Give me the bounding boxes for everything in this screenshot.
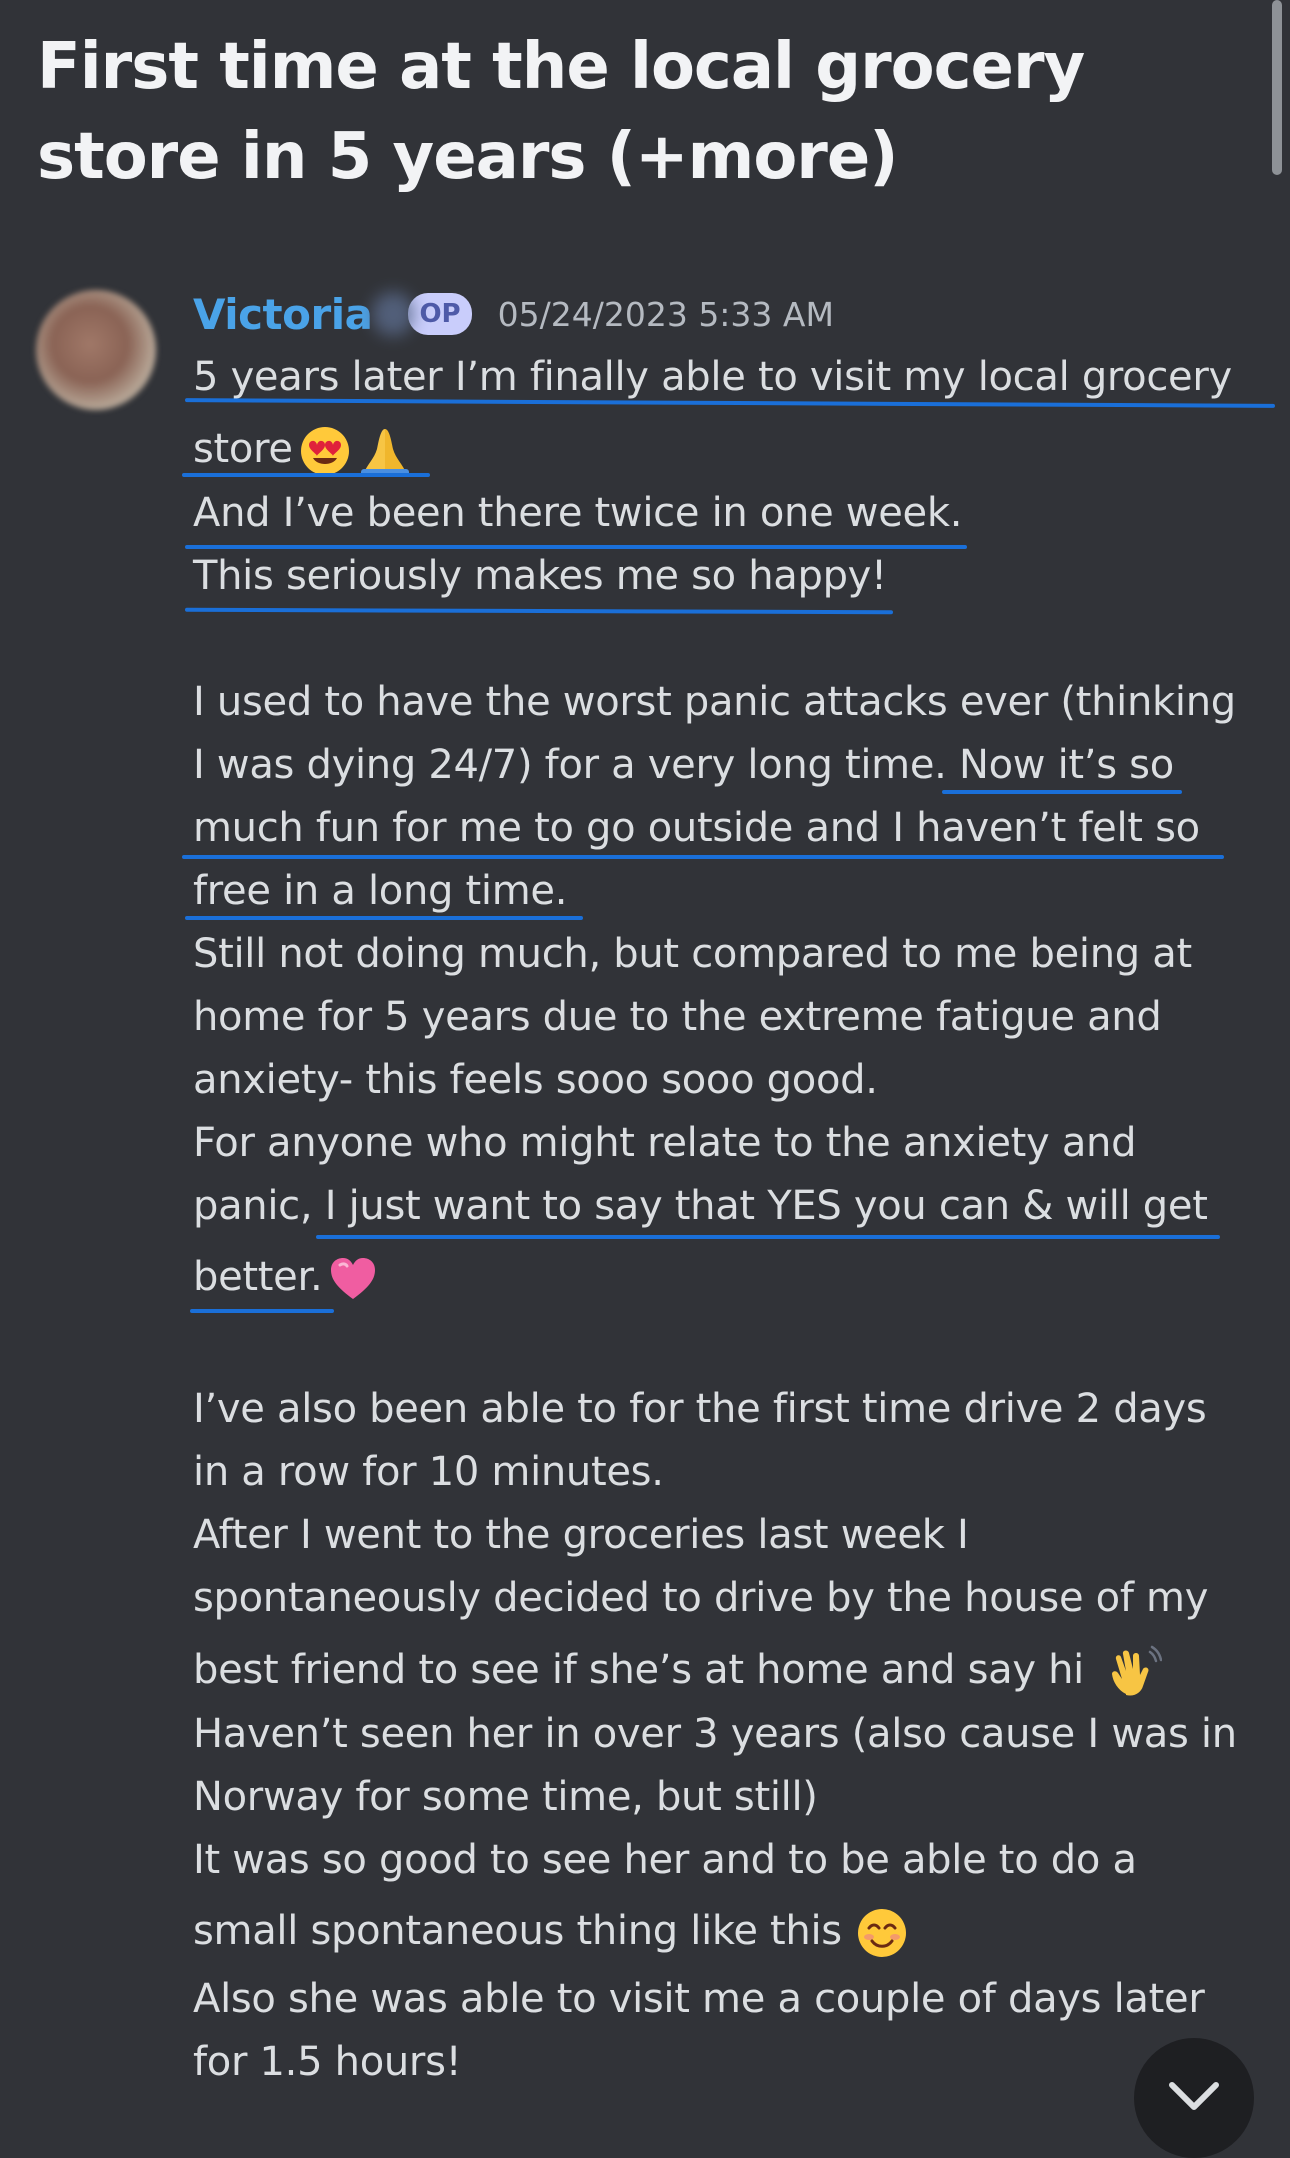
message-line: 5 years later I’m finally able to visit … <box>193 354 1232 400</box>
message-line: I used to have the worst panic attacks e… <box>193 679 1236 725</box>
message-line: After I went to the groceries last week … <box>193 1512 969 1558</box>
annotation-underline <box>184 607 894 615</box>
message-line: small spontaneous thing like this <box>193 1906 908 1959</box>
timestamp: 05/24/2023 5:33 AM <box>497 294 834 334</box>
op-badge: OP <box>408 293 472 335</box>
heart-eyes-emoji <box>299 425 351 477</box>
annotation-underline <box>182 473 430 477</box>
message-line: Also she was able to visit me a couple o… <box>193 1976 1205 2022</box>
message-line: for 1.5 hours! <box>193 2039 462 2085</box>
message-line: Haven’t seen her in over 3 years (also c… <box>193 1711 1237 1757</box>
message-line: much fun for me to go outside and I have… <box>193 805 1200 851</box>
message-line: panic, I just want to say that YES you c… <box>193 1183 1208 1229</box>
waving-hand-emoji <box>1106 1644 1162 1700</box>
pink-heart-emoji <box>328 1255 378 1303</box>
scrollbar[interactable] <box>1272 0 1282 175</box>
annotation-underline <box>182 855 1224 859</box>
message-line: Still not doing much, but compared to me… <box>193 931 1192 977</box>
jump-to-bottom-button[interactable] <box>1134 2038 1254 2158</box>
message-line: free in a long time. <box>193 868 568 914</box>
message-line: It was so good to see her and to be able… <box>193 1837 1137 1883</box>
folded-hands-emoji <box>357 425 413 477</box>
post-title: First time at the local grocery store in… <box>37 30 1085 194</box>
message-line: better. <box>193 1252 378 1303</box>
message-line-text: better. <box>193 1254 323 1300</box>
annotation-underline <box>942 790 1182 794</box>
smiling-face-emoji <box>856 1907 908 1959</box>
annotation-underline <box>185 916 583 920</box>
message-line: Norway for some time, but still) <box>193 1774 818 1820</box>
message-line: in a row for 10 minutes. <box>193 1449 664 1495</box>
annotation-underline <box>190 1309 334 1313</box>
message-line: I’ve also been able to for the first tim… <box>193 1386 1207 1432</box>
message-line-text: store <box>193 426 293 472</box>
avatar[interactable] <box>36 290 156 410</box>
message-line: anxiety- this feels sooo sooo good. <box>193 1057 878 1103</box>
message-line: spontaneously decided to drive by the ho… <box>193 1575 1209 1621</box>
message-line-text: best friend to see if she’s at home and … <box>193 1647 1084 1693</box>
message-line-text: small spontaneous thing like this <box>193 1908 842 1954</box>
message-line: store <box>193 424 413 477</box>
chevron-down-icon <box>1169 2082 1219 2110</box>
message-line: home for 5 years due to the extreme fati… <box>193 994 1162 1040</box>
message-header: Victoria OP 05/24/2023 5:33 AM <box>193 284 834 344</box>
annotation-underline <box>316 1235 1220 1239</box>
message-line: best friend to see if she’s at home and … <box>193 1644 1162 1700</box>
message-line: This seriously makes me so happy! <box>193 553 887 599</box>
author-name[interactable]: Victoria <box>193 290 373 339</box>
message-line: For anyone who might relate to the anxie… <box>193 1120 1137 1166</box>
message-line: And I’ve been there twice in one week. <box>193 490 963 536</box>
message-line: I was dying 24/7) for a very long time. … <box>193 742 1174 788</box>
annotation-underline <box>185 545 967 549</box>
name-redaction <box>372 292 415 336</box>
